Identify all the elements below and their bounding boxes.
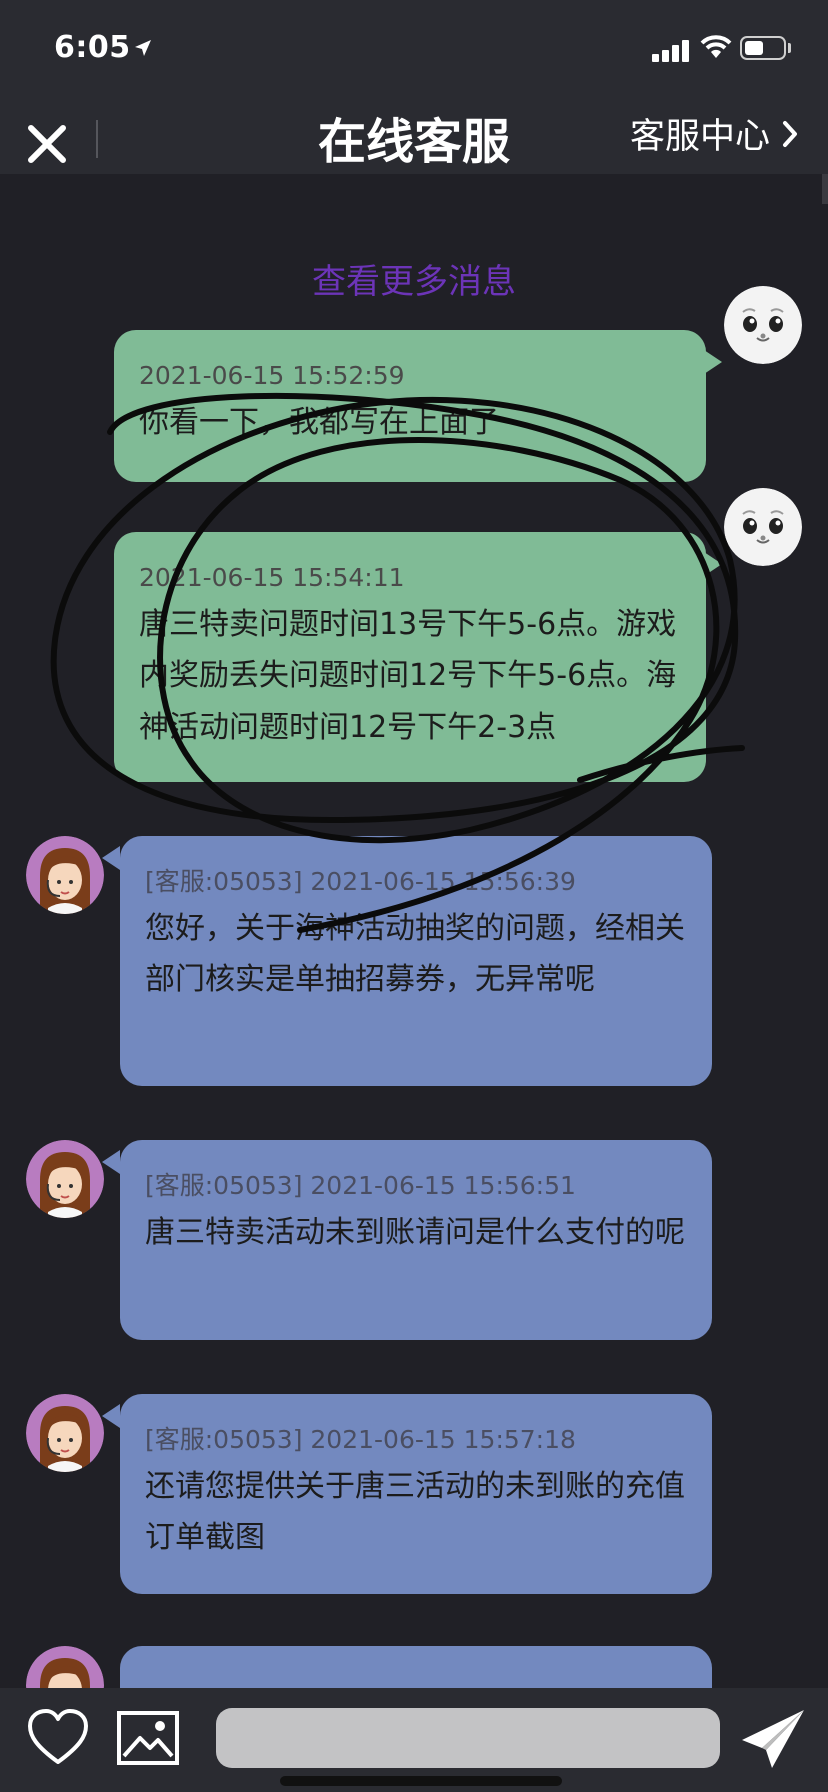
chevron-right-icon — [783, 120, 797, 147]
message-text: 您好，关于海神活动抽奖的问题，经相关部门核实是单抽招募券，无异常呢 — [145, 910, 685, 998]
bubble-tail — [704, 552, 722, 576]
agent-message-bubble: [客服:05053] 2021-06-15 15:57:18 还请您提供关于唐三… — [120, 1394, 712, 1594]
bubble-tail — [102, 1404, 120, 1428]
seal-avatar-icon — [724, 286, 802, 364]
agent-avatar[interactable] — [26, 1646, 104, 1688]
agent-message-bubble: [客服:05053] 2021-06-15 15:56:39 您好，关于海神活动… — [120, 836, 712, 1086]
my-message-bubble: 2021-06-15 15:52:59 你看一下，我都写在上面了 — [114, 330, 706, 482]
message-timestamp: [客服:05053] 2021-06-15 15:57:18 — [145, 1425, 576, 1454]
agent-avatar[interactable] — [26, 1394, 104, 1472]
bubble-tail — [102, 1150, 120, 1174]
message-timestamp: 2021-06-15 15:52:59 — [139, 361, 405, 390]
heart-icon — [28, 1709, 88, 1764]
agent-avatar-icon — [26, 1394, 104, 1472]
clock-time: 6:05 — [54, 30, 131, 65]
scrollbar[interactable] — [822, 174, 828, 204]
my-avatar[interactable] — [724, 286, 802, 364]
agent-avatar-icon — [26, 836, 104, 914]
image-button[interactable] — [116, 1710, 180, 1770]
wifi-icon — [700, 35, 732, 58]
agent-message-bubble — [120, 1646, 712, 1688]
bubble-tail — [102, 846, 120, 870]
agent-avatar-icon — [26, 1646, 104, 1688]
location-arrow-icon — [135, 40, 151, 56]
my-avatar[interactable] — [724, 488, 802, 566]
image-icon — [117, 1711, 179, 1765]
status-bar: 6:05 — [0, 0, 828, 100]
my-message-bubble: 2021-06-15 15:54:11 唐三特卖问题时间13号下午5-6点。游戏… — [114, 532, 706, 782]
message-text: 唐三特卖问题时间13号下午5-6点。游戏内奖励丢失问题时间12号下午5-6点。海… — [139, 606, 677, 745]
agent-avatar[interactable] — [26, 1140, 104, 1218]
message-input[interactable] — [216, 1708, 720, 1768]
send-plane-icon — [742, 1710, 804, 1768]
chat-area[interactable]: 查看更多消息 2021-06-15 15:52:59 你看一下，我都写在上面了 … — [0, 174, 828, 1688]
cellular-signal-icon — [652, 38, 692, 62]
seal-avatar-icon — [724, 488, 802, 566]
message-text: 还请您提供关于唐三活动的未到账的充值订单截图 — [145, 1468, 685, 1556]
message-text: 唐三特卖活动未到账请问是什么支付的呢 — [145, 1214, 685, 1250]
agent-avatar-icon — [26, 1140, 104, 1218]
message-timestamp: [客服:05053] 2021-06-15 15:56:39 — [145, 867, 576, 896]
agent-message-bubble: [客服:05053] 2021-06-15 15:56:51 唐三特卖活动未到账… — [120, 1140, 712, 1340]
service-center-link[interactable]: 客服中心 — [630, 108, 800, 159]
service-center-label: 客服中心 — [629, 117, 770, 157]
battery-icon — [740, 36, 786, 60]
message-timestamp: [客服:05053] 2021-06-15 15:56:51 — [145, 1171, 576, 1200]
message-text: 你看一下，我都写在上面了 — [139, 404, 499, 440]
load-more-link[interactable]: 查看更多消息 — [0, 254, 828, 303]
home-indicator — [280, 1776, 562, 1786]
favorite-button[interactable] — [26, 1708, 90, 1772]
agent-avatar[interactable] — [26, 836, 104, 914]
message-timestamp: 2021-06-15 15:54:11 — [139, 563, 405, 592]
nav-header: 在线客服 客服中心 — [0, 100, 828, 174]
battery-tip — [788, 43, 791, 53]
send-button[interactable] — [738, 1706, 808, 1776]
composer-bar — [0, 1688, 828, 1792]
bubble-tail — [704, 350, 722, 374]
